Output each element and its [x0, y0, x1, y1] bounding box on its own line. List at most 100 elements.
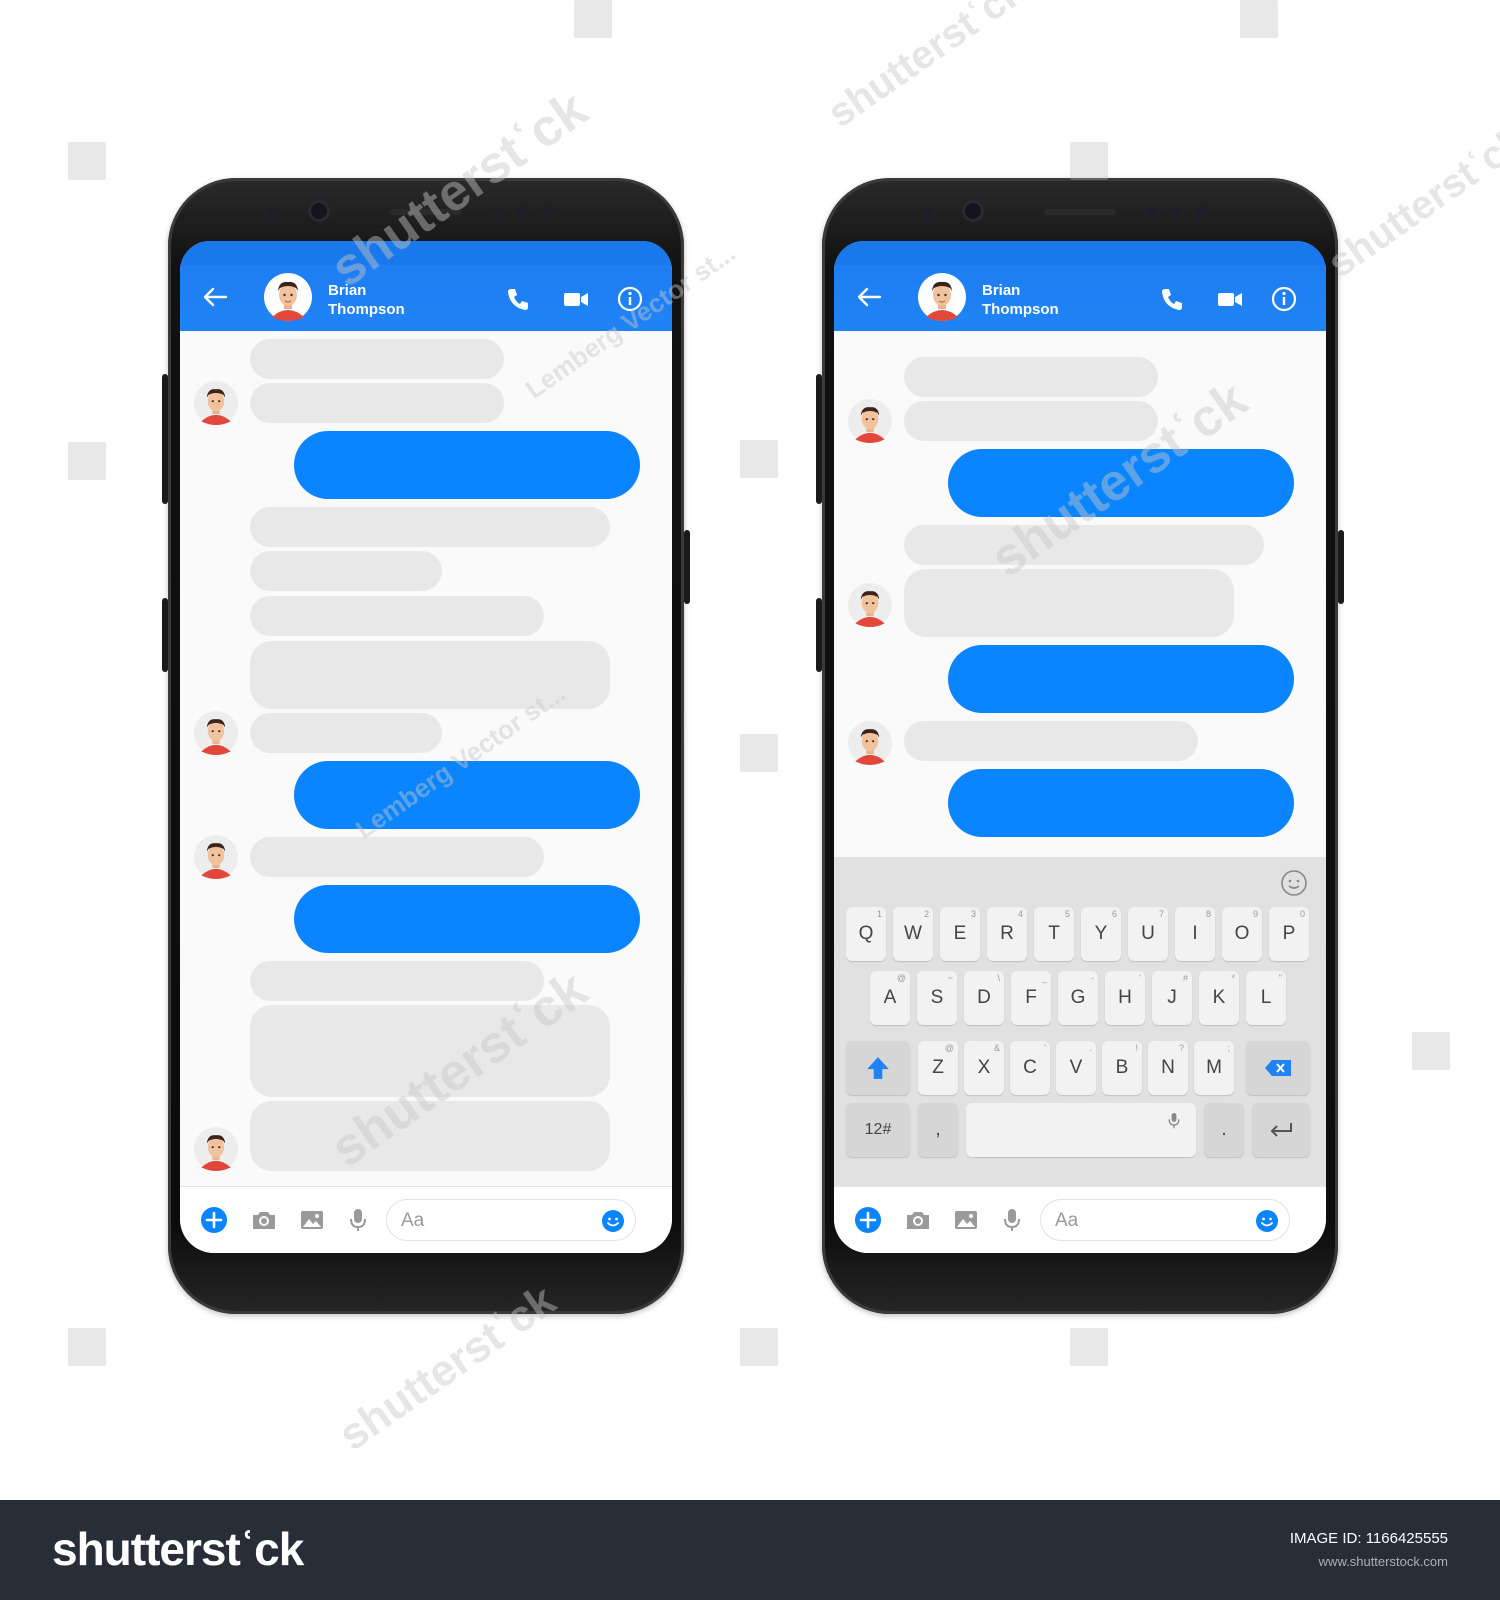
- key-e[interactable]: E3: [940, 907, 980, 961]
- outgoing-message-bubble[interactable]: [294, 885, 640, 953]
- incoming-message-bubble[interactable]: [904, 357, 1158, 397]
- key-y[interactable]: Y6: [1081, 907, 1121, 961]
- backspace-key[interactable]: [1246, 1041, 1310, 1095]
- key-z[interactable]: Z @: [918, 1041, 958, 1095]
- incoming-message-bubble[interactable]: [904, 721, 1198, 761]
- emoji-icon[interactable]: [1280, 869, 1308, 897]
- contact-avatar[interactable]: [264, 273, 312, 321]
- video-camera-icon[interactable]: [1216, 285, 1244, 313]
- message-composer: Aa: [180, 1186, 672, 1253]
- key-hint: \: [997, 973, 1000, 983]
- key-r[interactable]: R4: [987, 907, 1027, 961]
- incoming-message-bubble[interactable]: [250, 507, 610, 547]
- key-k[interactable]: K *: [1199, 971, 1239, 1025]
- image-id: IMAGE ID: 1166425555: [1290, 1530, 1448, 1547]
- watermark-logo-icon: [68, 1328, 106, 1366]
- key-hint: _: [1041, 973, 1047, 983]
- key-label: R: [1000, 923, 1014, 944]
- key-s[interactable]: S ~: [917, 971, 957, 1025]
- key-g[interactable]: G-: [1058, 971, 1098, 1025]
- key-hint: ~: [947, 973, 953, 983]
- info-icon[interactable]: [1270, 285, 1298, 313]
- key-w[interactable]: W2: [893, 907, 933, 961]
- space-key[interactable]: [966, 1103, 1196, 1157]
- key-u[interactable]: U7: [1128, 907, 1168, 961]
- outgoing-message-bubble[interactable]: [948, 769, 1294, 837]
- microphone-icon[interactable]: [344, 1206, 372, 1234]
- key-hint: 1: [876, 909, 882, 919]
- chat-screen: Brian Thompson: [834, 241, 1326, 1253]
- key-m[interactable]: M;: [1194, 1041, 1234, 1095]
- watermark-logo-icon: [68, 442, 106, 480]
- watermark-text: shutterstʿck: [820, 0, 1033, 137]
- key-label: G: [1070, 987, 1086, 1008]
- incoming-message-bubble[interactable]: [250, 837, 544, 877]
- key-hint: .: [1089, 1043, 1092, 1053]
- shift-key[interactable]: [846, 1041, 910, 1095]
- key-label: D: [977, 987, 991, 1008]
- image-icon[interactable]: [298, 1206, 326, 1234]
- message-input[interactable]: Aa: [386, 1199, 636, 1241]
- incoming-message-bubble[interactable]: [250, 596, 544, 636]
- key-label: T: [1048, 923, 1060, 944]
- key-hint: 8: [1205, 909, 1211, 919]
- key-h[interactable]: H ': [1105, 971, 1145, 1025]
- key-t[interactable]: T5: [1034, 907, 1074, 961]
- contact-avatar[interactable]: [918, 273, 966, 321]
- video-camera-icon[interactable]: [562, 285, 590, 313]
- key-p[interactable]: P0: [1269, 907, 1309, 961]
- message-input-placeholder: Aa: [1055, 1210, 1079, 1231]
- incoming-message-bubble[interactable]: [250, 961, 544, 1001]
- incoming-message-bubble[interactable]: [250, 713, 442, 753]
- camera-icon[interactable]: [250, 1206, 278, 1234]
- symbols-key[interactable]: 12#: [846, 1103, 910, 1157]
- message-input[interactable]: Aa: [1040, 1199, 1290, 1241]
- image-icon[interactable]: [952, 1206, 980, 1234]
- emoji-icon[interactable]: [601, 1209, 625, 1233]
- key-l[interactable]: L ": [1246, 971, 1286, 1025]
- site-url[interactable]: www.shutterstock.com: [1319, 1554, 1448, 1569]
- incoming-message-bubble[interactable]: [250, 339, 504, 379]
- key-o[interactable]: O9: [1222, 907, 1262, 961]
- period-key[interactable]: .: [1204, 1103, 1244, 1157]
- key-b[interactable]: B!: [1102, 1041, 1142, 1095]
- phone-icon[interactable]: [504, 285, 532, 313]
- phone-mockup-keyboard: Brian Thompson Q 1 W 2 E 3 R 4 T 5 Y 6 U…: [816, 178, 1344, 1314]
- back-arrow-icon[interactable]: [856, 287, 882, 307]
- key-label: P: [1282, 923, 1296, 944]
- image-id-label: IMAGE ID:: [1289, 1530, 1362, 1547]
- key-n[interactable]: N?: [1148, 1041, 1188, 1095]
- key-c[interactable]: C ': [1010, 1041, 1050, 1095]
- incoming-message-bubble[interactable]: [904, 569, 1234, 637]
- incoming-message-bubble[interactable]: [904, 401, 1158, 441]
- phone-icon[interactable]: [1158, 285, 1186, 313]
- incoming-message-bubble[interactable]: [250, 383, 504, 423]
- plus-icon[interactable]: [854, 1206, 882, 1234]
- microphone-icon[interactable]: [998, 1206, 1026, 1234]
- camera-icon[interactable]: [904, 1206, 932, 1234]
- contact-name[interactable]: Brian Thompson: [982, 281, 1122, 319]
- key-f[interactable]: F _: [1011, 971, 1051, 1025]
- plus-icon[interactable]: [200, 1206, 228, 1234]
- key-label: X: [977, 1057, 991, 1078]
- key-x[interactable]: X &: [964, 1041, 1004, 1095]
- proximity-sensor: [922, 206, 932, 216]
- incoming-message-bubble[interactable]: [250, 551, 442, 591]
- outgoing-message-bubble[interactable]: [294, 431, 640, 499]
- back-arrow-icon[interactable]: [202, 287, 228, 307]
- enter-key[interactable]: [1252, 1103, 1310, 1157]
- key-d[interactable]: D \: [964, 971, 1004, 1025]
- key-i[interactable]: I8: [1175, 907, 1215, 961]
- key-hint: ': [1139, 973, 1141, 983]
- emoji-icon[interactable]: [1255, 1209, 1279, 1233]
- comma-key[interactable]: ,: [918, 1103, 958, 1157]
- assistant-button: [162, 598, 168, 672]
- iris-sensor: [542, 206, 554, 218]
- outgoing-message-bubble[interactable]: [948, 645, 1294, 713]
- key-v[interactable]: V.: [1056, 1041, 1096, 1095]
- key-q[interactable]: Q1: [846, 907, 886, 961]
- key-hint: 4: [1017, 909, 1023, 919]
- key-a[interactable]: A @: [870, 971, 910, 1025]
- key-j[interactable]: J #: [1152, 971, 1192, 1025]
- power-button: [684, 530, 690, 604]
